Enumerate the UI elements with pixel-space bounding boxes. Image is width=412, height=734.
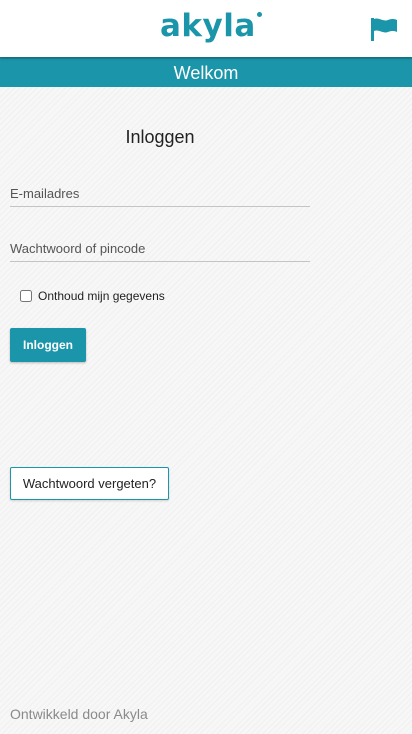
logo-text: akyla <box>160 8 256 44</box>
welcome-banner: Welkom <box>0 57 412 87</box>
remember-me-label: Onthoud mijn gegevens <box>38 289 165 303</box>
forgot-password-button[interactable]: Wachtwoord vergeten? <box>10 467 169 500</box>
login-button[interactable]: Inloggen <box>10 328 86 362</box>
flag-icon <box>371 18 397 41</box>
akyla-logo[interactable]: akyla <box>160 6 262 46</box>
login-title: Inloggen <box>125 127 195 147</box>
remember-me-checkbox[interactable] <box>20 290 32 302</box>
footer-credit: Ontwikkeld door Akyla <box>10 706 148 722</box>
remember-me[interactable]: Onthoud mijn gegevens <box>20 289 165 303</box>
logo-dot <box>256 12 262 17</box>
password-field[interactable] <box>10 236 310 262</box>
language-flag-button[interactable] <box>369 15 399 43</box>
top-bar: akyla <box>0 0 412 57</box>
email-field[interactable] <box>10 181 310 207</box>
